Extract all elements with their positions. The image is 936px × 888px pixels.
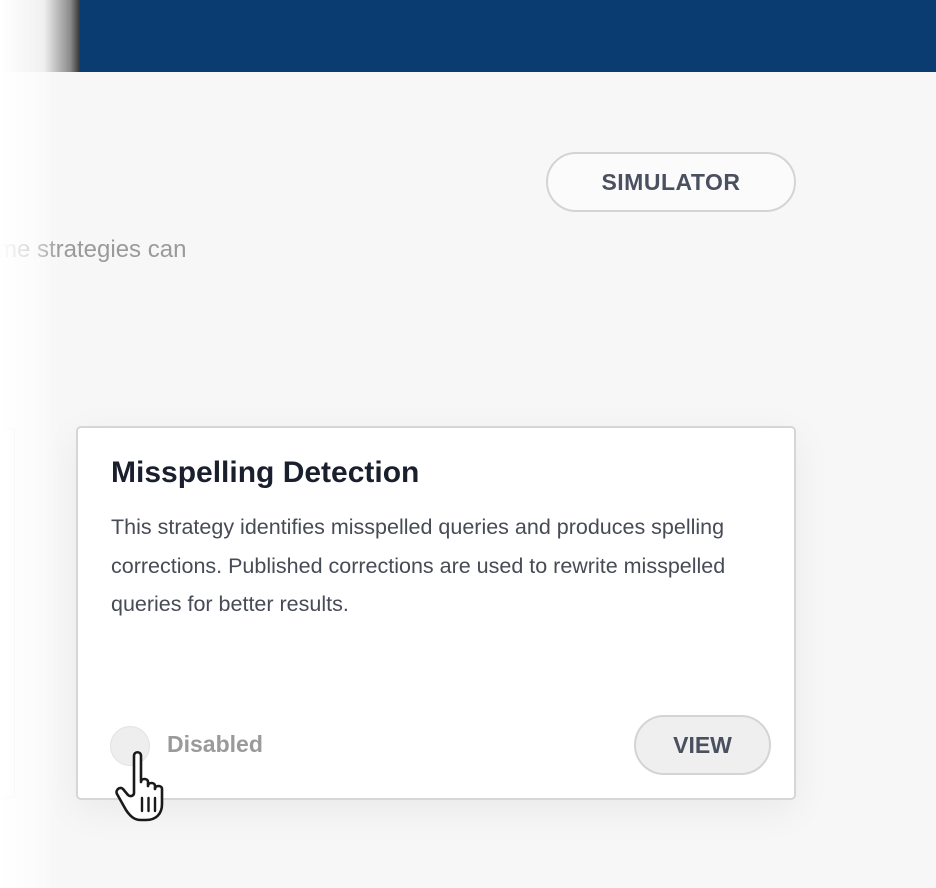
card-title: Misspelling Detection — [111, 456, 420, 489]
intro-text: me strategies can — [0, 236, 187, 263]
card-description: This strategy identifies misspelled quer… — [111, 515, 726, 616]
top-nav-bar — [0, 0, 936, 72]
view-button[interactable]: VIEW — [634, 715, 771, 775]
top-bar-fade — [0, 0, 80, 72]
previous-strategy-card[interactable] — [0, 428, 15, 798]
hand-pointer-icon — [115, 750, 164, 822]
strategy-card-misspelling: Misspelling Detection This strategy iden… — [76, 426, 796, 800]
simulator-button[interactable]: SIMULATOR — [546, 152, 796, 212]
